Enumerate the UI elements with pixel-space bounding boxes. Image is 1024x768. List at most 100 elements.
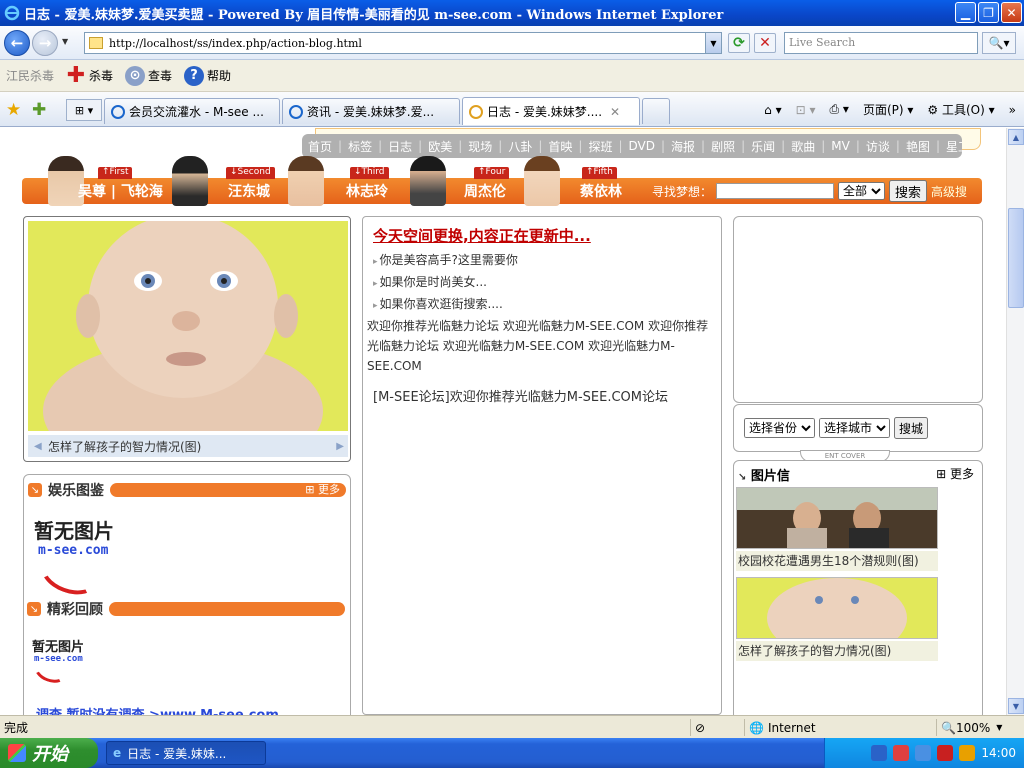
zoom-control[interactable]: 🔍 100% ▼ <box>936 719 1006 736</box>
tray-arrow-icon[interactable] <box>871 745 888 761</box>
top-nav-item[interactable]: 标签 <box>348 138 372 155</box>
close-button[interactable]: ✕ <box>1001 2 1022 23</box>
top-nav-item[interactable]: 首映 <box>548 138 572 155</box>
start-button[interactable]: 开始 <box>0 738 98 768</box>
announcement-item[interactable]: 如果你喜欢逛街搜索.... <box>373 294 717 316</box>
prev-arrow-icon[interactable]: ◀ <box>34 441 42 452</box>
news-thumbnail-1[interactable] <box>736 487 938 549</box>
top-nav-item[interactable]: 日志 <box>388 138 412 155</box>
address-input[interactable]: http://localhost/ss/index.php/action-blo… <box>84 32 722 54</box>
star-name-5[interactable]: 蔡依林 <box>580 181 622 201</box>
tray-shield-icon[interactable] <box>959 745 976 761</box>
top-nav-item[interactable]: 探班 <box>588 138 612 155</box>
announcement-headline[interactable]: 今天空间更换,内容正在更新中... <box>373 225 717 246</box>
tools-menu[interactable]: ⚙ 工具(O) ▾ <box>927 101 994 118</box>
top-nav-item[interactable]: 乐闻 <box>751 138 775 155</box>
top-nav-item[interactable]: 八卦 <box>508 138 532 155</box>
review-header: ↘ 精彩回顾 <box>27 600 345 618</box>
scroll-thumb[interactable] <box>1008 208 1024 308</box>
announcement-item[interactable]: 如果你是时尚美女... <box>373 272 717 294</box>
top-nav-item[interactable]: DVD <box>629 139 655 153</box>
window-title-bar[interactable]: 日志 - 爱美.妹妹梦.爱美买卖盟 - Powered By 眉目传情-美丽看的… <box>0 0 1024 26</box>
forum-note[interactable]: [M-SEE论坛]欢迎你推荐光临魅力M-SEE.COM论坛 <box>373 386 717 405</box>
back-button[interactable]: ← <box>4 30 30 56</box>
history-dropdown-icon[interactable]: ▼ <box>62 37 68 46</box>
news-caption-2[interactable]: 怎样了解孩子的智力情况(图) <box>736 641 938 661</box>
add-favorites-icon[interactable]: ✚ <box>32 100 46 120</box>
refresh-button[interactable]: ⟳ <box>728 33 750 53</box>
picture-news-more-link[interactable]: ⊞ 更多 <box>936 465 974 484</box>
top-nav-item[interactable]: 欧美 <box>428 138 452 155</box>
city-search-button[interactable]: 搜城 <box>894 417 929 439</box>
next-arrow-icon[interactable]: ▶ <box>336 441 344 452</box>
advanced-search-link[interactable]: 高级搜 <box>931 183 967 200</box>
top-nav-item[interactable]: 首页 <box>308 138 332 155</box>
top-nav-item[interactable]: 艳图 <box>906 138 930 155</box>
help-button[interactable]: ? 帮助 <box>184 65 231 86</box>
live-search-input[interactable]: Live Search <box>784 32 978 54</box>
top-nav-item[interactable]: 现场 <box>468 138 492 155</box>
site-search-scope[interactable]: 全部 <box>838 182 886 200</box>
top-nav-item[interactable]: 海报 <box>671 138 695 155</box>
announcement-item[interactable]: 你是美容高手?这里需要你 <box>373 250 717 272</box>
tab-blog[interactable]: 日志 - 爱美.妹妹梦.... ✕ <box>462 97 640 125</box>
rss-feed-icon[interactable]: ⊡ ▾ <box>796 103 816 117</box>
window-title: 日志 - 爱美.妹妹梦.爱美买卖盟 - Powered By 眉目传情-美丽看的… <box>24 7 724 23</box>
forward-button[interactable]: → <box>32 30 58 56</box>
tab-news[interactable]: 资讯 - 爱美.妹妹梦.爱... <box>282 98 460 124</box>
province-select[interactable]: 选择省份 <box>744 418 815 438</box>
home-icon[interactable]: ⌂ ▾ <box>764 103 781 117</box>
stop-button[interactable]: ✕ <box>754 33 776 53</box>
tab-member-forum[interactable]: 会员交流灌水 - M-see ... <box>104 98 280 124</box>
scan-check-button[interactable]: ⊙ 查毒 <box>125 65 172 86</box>
maximize-button[interactable]: ❐ <box>978 2 999 23</box>
close-tab-icon[interactable]: ✕ <box>610 105 620 119</box>
print-icon[interactable]: ⎙ ▾ <box>830 102 849 117</box>
tray-network-icon[interactable] <box>915 745 932 761</box>
help-icon: ? <box>184 65 205 86</box>
news-caption-1[interactable]: 校园校花遭遇男生18个潜规则(图) <box>736 551 938 571</box>
no-image-placeholder: 暂无图片 m-see.com <box>30 507 154 603</box>
tray-k-icon[interactable] <box>937 745 954 761</box>
address-toolbar: ← → ▼ http://localhost/ss/index.php/acti… <box>0 26 1024 60</box>
top-nav-item[interactable]: 访谈 <box>866 138 890 155</box>
site-search-button[interactable]: 搜索 <box>889 180 928 202</box>
city-select[interactable]: 选择城市 <box>819 418 890 438</box>
search-button[interactable]: 🔍▾ <box>982 32 1016 54</box>
taskbar-ie-window[interactable]: e 日志 - 爱美.妹妹... <box>106 741 266 765</box>
news-thumbnail-2[interactable] <box>736 577 938 639</box>
popup-blocker-icon[interactable]: ⊘ <box>690 719 740 736</box>
ent-gallery-header: ↘ 娱乐图鉴 ⊞ 更多 <box>28 481 346 499</box>
star-name-1[interactable]: 吴尊 | 飞轮海 <box>78 181 163 201</box>
site-search-input[interactable] <box>716 183 835 199</box>
top-nav-item[interactable]: 歌曲 <box>791 138 815 155</box>
picture-news-panel: ↘ 图片信 ⊞ 更多 校园校花遭遇男生18个潜规则(图) 怎样了解孩子的智力情况… <box>733 460 983 715</box>
ent-gallery-more-link[interactable]: ⊞ 更多 <box>305 483 340 497</box>
scan-kill-button[interactable]: ✚ 杀毒 <box>66 63 113 88</box>
chevron-icon: ↘ <box>738 472 747 483</box>
star-name-4[interactable]: 周杰伦 <box>464 181 506 201</box>
top-nav-item[interactable]: 剧照 <box>711 138 735 155</box>
feature-image[interactable] <box>28 221 348 431</box>
feature-caption[interactable]: ◀ 怎样了解孩子的智力情况(图) ▶ <box>28 435 348 457</box>
tray-antivirus-icon[interactable] <box>893 745 910 761</box>
vertical-scrollbar[interactable]: ▲ ▼ <box>1006 128 1024 715</box>
new-tab-button[interactable] <box>642 98 670 124</box>
magnifier-icon: ⊙ <box>125 65 146 86</box>
favorites-star-icon[interactable]: ★ <box>6 100 21 120</box>
poll-link[interactable]: 调查 暂时没有调查 >www.M-see.com <box>36 704 279 715</box>
toolbar-overflow-icon[interactable]: » <box>1009 103 1016 117</box>
scroll-down-icon[interactable]: ▼ <box>1008 698 1024 714</box>
top-nav-item[interactable]: 星工场 <box>946 138 962 155</box>
nav-separator: | <box>701 139 706 153</box>
clock[interactable]: 14:00 <box>981 746 1016 760</box>
scroll-up-icon[interactable]: ▲ <box>1008 129 1024 145</box>
star-name-3[interactable]: 林志玲 <box>346 181 388 201</box>
star-name-2[interactable]: 汪东城 <box>228 181 270 201</box>
page-menu[interactable]: 页面(P) ▾ <box>863 101 913 118</box>
minimize-button[interactable]: ▁ <box>955 2 976 23</box>
address-dropdown-icon[interactable]: ▼ <box>705 33 721 53</box>
top-nav-item[interactable]: MV <box>831 139 850 153</box>
ad-panel <box>733 216 983 403</box>
quick-tabs-button[interactable]: ⊞ ▾ <box>66 99 102 121</box>
